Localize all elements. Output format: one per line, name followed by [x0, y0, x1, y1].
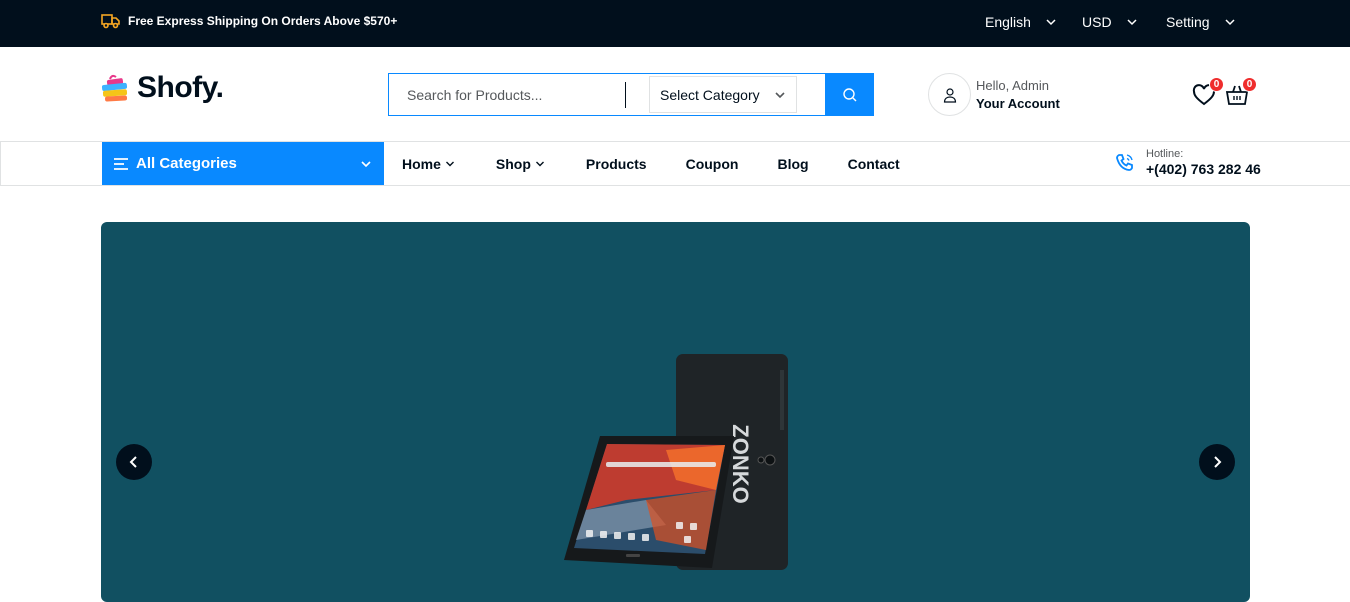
nav-item-label: Products: [585, 155, 647, 172]
setting-label: Setting: [1166, 14, 1210, 30]
chevron-left-icon: [129, 456, 137, 468]
hotline-label: Hotline:: [1146, 148, 1184, 160]
category-select[interactable]: Select Category: [649, 76, 797, 113]
shopping-bag-logo-icon: [101, 74, 128, 102]
logo-text: Shofy.: [137, 71, 224, 104]
main-nav: All Categories Home Shop Products Coupon…: [0, 141, 1350, 186]
hero-slider: ZONKO: [101, 222, 1250, 602]
search-input[interactable]: [389, 74, 625, 115]
all-categories-button[interactable]: All Categories: [102, 142, 384, 185]
nav-item-label: Shop: [495, 155, 531, 172]
chevron-down-icon: [445, 161, 454, 166]
nav-item-contact[interactable]: Contact: [848, 156, 900, 172]
nav-item-shop[interactable]: Shop: [496, 156, 545, 172]
nav-item-products[interactable]: Products: [586, 156, 647, 172]
search-button[interactable]: [825, 73, 874, 116]
hotline[interactable]: Hotline: +(402) 763 282 46: [1114, 148, 1261, 177]
chevron-down-icon: [361, 160, 371, 167]
shipping-notice: Free Express Shipping On Orders Above $5…: [101, 13, 397, 29]
slider-next-button[interactable]: [1199, 444, 1235, 480]
avatar: [928, 73, 971, 116]
wishlist-count-badge: 0: [1209, 77, 1224, 92]
setting-select[interactable]: Setting: [1166, 14, 1236, 30]
search-icon: [842, 87, 856, 101]
tablet-product-image: ZONKO: [564, 354, 788, 570]
account-label: Your Account: [976, 96, 1060, 111]
chevron-down-icon: [775, 91, 785, 98]
nav-item-label: Contact: [847, 155, 900, 172]
cart-count-badge: 0: [1242, 77, 1257, 92]
chevron-down-icon: [535, 161, 544, 166]
main-header: Shofy. Select Category Hello, Admin Your…: [0, 47, 1350, 141]
chevron-right-icon: [1214, 456, 1222, 468]
nav-item-label: Coupon: [685, 155, 739, 172]
user-icon: [943, 87, 956, 103]
account-menu[interactable]: Hello, Admin Your Account: [928, 73, 1060, 116]
wishlist-button[interactable]: 0: [1192, 77, 1224, 108]
search-divider: [625, 82, 626, 108]
currency-select[interactable]: USD: [1082, 14, 1138, 30]
chevron-down-icon: [1225, 19, 1235, 26]
chevron-down-icon: [1127, 19, 1137, 26]
nav-item-blog[interactable]: Blog: [777, 156, 808, 172]
nav-item-label: Blog: [777, 155, 809, 172]
account-greeting: Hello, Admin: [976, 78, 1049, 93]
phone-icon: [1116, 153, 1133, 171]
nav-item-coupon[interactable]: Coupon: [686, 156, 739, 172]
nav-item-label: Home: [402, 155, 441, 172]
cart-button[interactable]: 0: [1225, 77, 1257, 108]
hotline-number: +(402) 763 282 46: [1146, 161, 1261, 177]
all-categories-label: All Categories: [136, 155, 237, 172]
logo[interactable]: Shofy.: [101, 71, 224, 105]
shipping-text: Free Express Shipping On Orders Above $5…: [128, 14, 398, 28]
top-bar: Free Express Shipping On Orders Above $5…: [0, 0, 1350, 47]
category-select-label: Select Category: [660, 86, 760, 103]
search-bar: Select Category: [388, 73, 874, 116]
slider-prev-button[interactable]: [116, 444, 152, 480]
nav-item-home[interactable]: Home: [402, 156, 455, 172]
menu-icon: [114, 157, 128, 170]
language-label: English: [985, 14, 1031, 30]
nav-menu: Home Shop Products Coupon Blog Contact: [402, 142, 900, 185]
currency-label: USD: [1082, 14, 1112, 30]
chevron-down-icon: [1046, 19, 1056, 26]
language-select[interactable]: English: [985, 14, 1057, 30]
truck-icon: [101, 14, 120, 29]
